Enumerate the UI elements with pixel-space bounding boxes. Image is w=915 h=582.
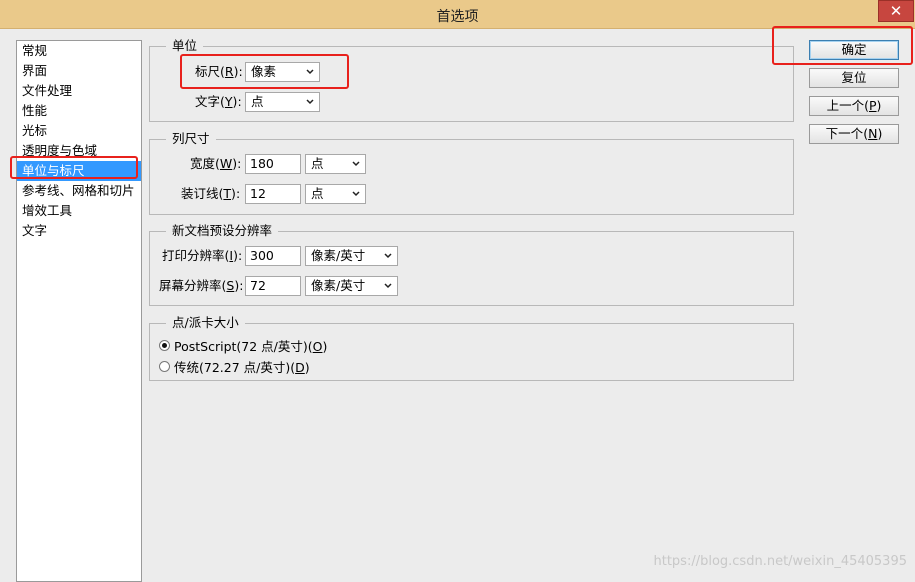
previous-button[interactable]: 上一个(P)	[809, 96, 899, 116]
traditional-radio[interactable]	[159, 361, 170, 372]
sidebar-item-plugins[interactable]: 增效工具	[17, 201, 141, 221]
gutter-input[interactable]: 12	[245, 184, 301, 204]
sidebar-item-general[interactable]: 常规	[17, 41, 141, 61]
postscript-label: PostScript(72 点/英寸)(O)	[174, 339, 328, 354]
screen-resolution-label: 屏幕分辨率(S):	[159, 278, 244, 293]
sidebar-item-cursors[interactable]: 光标	[17, 121, 141, 141]
highlight-box-sidebar	[10, 156, 138, 179]
traditional-label: 传统(72.27 点/英寸)(D)	[174, 360, 310, 375]
traditional-radio-option[interactable]: 传统(72.27 点/英寸)(D)	[159, 357, 310, 376]
chevron-down-icon	[352, 161, 360, 167]
screen-resolution-unit-value: 像素/英寸	[311, 278, 366, 293]
close-button[interactable]: ✕	[878, 0, 914, 22]
window-title: 首选项	[436, 9, 479, 25]
point-pica-group-title: 点/派卡大小	[166, 315, 245, 331]
screen-resolution-input[interactable]: 72	[245, 276, 301, 296]
category-list[interactable]: 常规 界面 文件处理 性能 光标 透明度与色域 单位与标尺 参考线、网格和切片 …	[16, 40, 142, 582]
type-unit-value: 点	[251, 94, 264, 109]
column-width-label: 宽度(W):	[190, 156, 242, 171]
next-button[interactable]: 下一个(N)	[809, 124, 899, 144]
sidebar-item-performance[interactable]: 性能	[17, 101, 141, 121]
print-resolution-unit-value: 像素/英寸	[311, 248, 366, 263]
type-unit-select[interactable]: 点	[245, 92, 320, 112]
print-resolution-unit-select[interactable]: 像素/英寸	[305, 246, 398, 266]
sidebar-item-type[interactable]: 文字	[17, 221, 141, 241]
title-bar: 首选项 ✕	[0, 0, 915, 29]
chevron-down-icon	[352, 191, 360, 197]
gutter-unit-select[interactable]: 点	[305, 184, 366, 204]
reset-button[interactable]: 复位	[809, 68, 899, 88]
print-resolution-input[interactable]: 300	[245, 246, 301, 266]
postscript-radio-option[interactable]: PostScript(72 点/英寸)(O)	[159, 336, 327, 355]
type-unit-label: 文字(Y):	[195, 94, 242, 109]
postscript-radio[interactable]	[159, 340, 170, 351]
sidebar-item-guides-grid-slices[interactable]: 参考线、网格和切片	[17, 181, 141, 201]
new-doc-resolution-group-title: 新文档预设分辨率	[166, 223, 279, 239]
chevron-down-icon	[306, 99, 314, 105]
print-resolution-label: 打印分辨率(I):	[162, 248, 243, 263]
highlight-box-ruler	[180, 54, 349, 89]
gutter-unit-value: 点	[311, 186, 324, 201]
column-width-unit-value: 点	[311, 156, 324, 171]
sidebar-item-interface[interactable]: 界面	[17, 61, 141, 81]
chevron-down-icon	[384, 253, 392, 259]
column-width-input[interactable]: 180	[245, 154, 301, 174]
column-width-unit-select[interactable]: 点	[305, 154, 366, 174]
column-size-group-title: 列尺寸	[166, 131, 216, 147]
gutter-label: 装订线(T):	[181, 186, 241, 201]
screen-resolution-unit-select[interactable]: 像素/英寸	[305, 276, 398, 296]
highlight-box-ok	[772, 26, 913, 65]
watermark: https://blog.csdn.net/weixin_45405395	[653, 554, 907, 569]
chevron-down-icon	[384, 283, 392, 289]
sidebar-item-file-handling[interactable]: 文件处理	[17, 81, 141, 101]
units-group-title: 单位	[166, 38, 204, 54]
